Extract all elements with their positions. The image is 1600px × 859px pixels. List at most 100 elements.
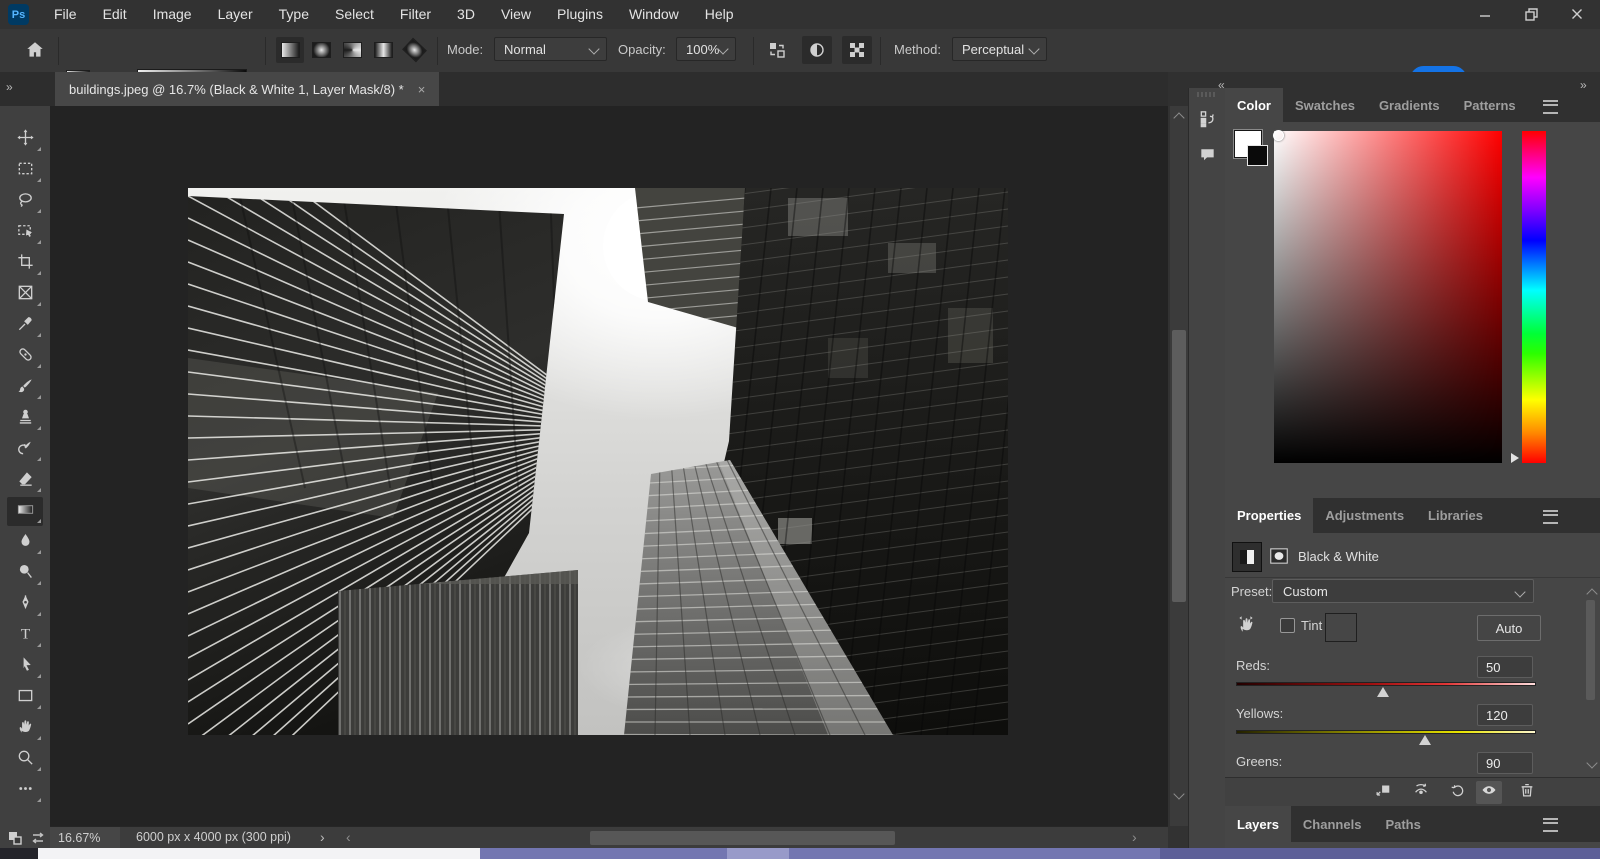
color-tab-patterns[interactable]: Patterns: [1452, 88, 1528, 122]
eyedropper-tool[interactable]: [0, 310, 50, 341]
restore-button[interactable]: [1508, 0, 1554, 28]
delete-button[interactable]: [1514, 781, 1540, 804]
layer-mask-thumbnail[interactable]: [1265, 542, 1293, 570]
mode-select[interactable]: Normal: [494, 37, 607, 61]
gradient-type-reflected-button[interactable]: [369, 37, 397, 63]
scroll-down-icon[interactable]: [1173, 788, 1185, 800]
saturation-brightness-field[interactable]: [1273, 130, 1502, 463]
expand-toolbar-icon[interactable]: »: [6, 80, 13, 94]
windows-taskbar[interactable]: [0, 848, 1600, 859]
clip-to-layer-button[interactable]: [1370, 781, 1396, 804]
color-panel-menu-icon[interactable]: [1543, 100, 1558, 114]
yellows-slider-thumb[interactable]: [1419, 735, 1431, 745]
reds-slider-track[interactable]: [1236, 682, 1536, 686]
swap-arrows-icon[interactable]: [30, 830, 46, 846]
adjustment-layer-thumbnail[interactable]: [1232, 542, 1262, 572]
tint-checkbox[interactable]: [1280, 618, 1295, 633]
taskbar-segment[interactable]: [727, 848, 789, 859]
horizontal-scrollbar-thumb[interactable]: [590, 831, 895, 845]
properties-tab-properties[interactable]: Properties: [1225, 498, 1314, 533]
frame-tool[interactable]: [0, 279, 50, 310]
edit-toolbar-tool[interactable]: [0, 775, 50, 806]
home-button[interactable]: [24, 39, 46, 61]
menu-view[interactable]: View: [488, 0, 544, 29]
panel-grip[interactable]: [1197, 92, 1217, 97]
document-tab[interactable]: buildings.jpeg @ 16.7% (Black & White 1,…: [55, 72, 440, 106]
comments-panel-button[interactable]: [1193, 140, 1221, 168]
menu-layer[interactable]: Layer: [205, 0, 266, 29]
color-tab-color[interactable]: Color: [1225, 88, 1283, 122]
menu-edit[interactable]: Edit: [90, 0, 140, 29]
reds-slider-thumb[interactable]: [1377, 687, 1389, 697]
hue-slider[interactable]: [1522, 131, 1546, 463]
lasso-tool[interactable]: [0, 186, 50, 217]
spot-healing-brush-tool[interactable]: [0, 341, 50, 372]
gradient-type-radial-button[interactable]: [307, 37, 335, 63]
reds-value-field[interactable]: 50: [1477, 656, 1533, 678]
history-brush-tool[interactable]: [0, 434, 50, 465]
tint-color-swatch[interactable]: [1325, 613, 1357, 642]
object-selection-tool[interactable]: [0, 217, 50, 248]
rectangular-marquee-tool[interactable]: [0, 155, 50, 186]
brush-tool[interactable]: [0, 372, 50, 403]
crop-tool[interactable]: [0, 248, 50, 279]
layers-panel-menu-icon[interactable]: [1543, 818, 1558, 832]
gradient-type-linear-button[interactable]: [276, 37, 304, 63]
color-tab-swatches[interactable]: Swatches: [1283, 88, 1367, 122]
close-button[interactable]: [1554, 0, 1600, 28]
path-selection-tool[interactable]: [0, 651, 50, 682]
scroll-left-icon[interactable]: ‹: [346, 829, 351, 845]
menu-filter[interactable]: Filter: [387, 0, 444, 29]
properties-panel-menu-icon[interactable]: [1543, 510, 1558, 524]
taskbar-segment[interactable]: [789, 848, 1160, 859]
transparency-toggle[interactable]: [842, 36, 872, 64]
eraser-tool[interactable]: [0, 465, 50, 496]
panel-scroll-up-icon[interactable]: [1586, 588, 1598, 600]
panel-scroll-down-icon[interactable]: [1586, 757, 1598, 769]
history-panel-button[interactable]: [1193, 104, 1221, 132]
dither-toggle[interactable]: [802, 36, 832, 64]
document-close-icon[interactable]: ×: [418, 82, 426, 97]
yellows-slider-track[interactable]: [1236, 730, 1536, 734]
menu-select[interactable]: Select: [322, 0, 387, 29]
clone-stamp-tool[interactable]: [0, 403, 50, 434]
taskbar-segment[interactable]: [480, 848, 727, 859]
yellows-value-field[interactable]: 120: [1477, 704, 1533, 726]
reverse-toggle[interactable]: [762, 36, 792, 64]
greens-value-field[interactable]: 90: [1477, 752, 1533, 774]
minimize-button[interactable]: [1462, 0, 1508, 28]
vertical-scrollbar-thumb[interactable]: [1172, 330, 1186, 602]
menu-help[interactable]: Help: [692, 0, 747, 29]
color-field-marker[interactable]: [1273, 130, 1284, 141]
blur-tool[interactable]: [0, 527, 50, 558]
canvas-area[interactable]: [50, 106, 1168, 826]
menu-plugins[interactable]: Plugins: [544, 0, 616, 29]
gradient-type-angle-button[interactable]: [338, 37, 366, 63]
vertical-scrollbar[interactable]: [1170, 106, 1188, 826]
auto-button[interactable]: Auto: [1477, 615, 1541, 641]
preset-select[interactable]: Custom: [1272, 579, 1534, 603]
zoom-tool[interactable]: [0, 744, 50, 775]
view-previous-state-button[interactable]: [1408, 781, 1434, 804]
menu-file[interactable]: File: [41, 0, 90, 29]
background-color-swatch[interactable]: [1247, 145, 1268, 166]
zoom-level-field[interactable]: 16.67%: [50, 827, 120, 849]
dodge-tool[interactable]: [0, 558, 50, 589]
pen-tool[interactable]: [0, 589, 50, 620]
layers-tab-paths[interactable]: Paths: [1373, 806, 1432, 842]
opacity-select[interactable]: 100%: [676, 37, 736, 61]
hue-slider-thumb[interactable]: [1511, 453, 1519, 463]
layers-tab-channels[interactable]: Channels: [1291, 806, 1374, 842]
rectangle-tool[interactable]: [0, 682, 50, 713]
color-tab-gradients[interactable]: Gradients: [1367, 88, 1452, 122]
targeted-adjustment-button[interactable]: [1235, 613, 1257, 635]
properties-tab-libraries[interactable]: Libraries: [1416, 498, 1495, 533]
menu-image[interactable]: Image: [140, 0, 205, 29]
visibility-button[interactable]: [1476, 781, 1502, 804]
gradient-tool[interactable]: [0, 496, 50, 527]
type-tool[interactable]: T: [0, 620, 50, 651]
layers-tab-layers[interactable]: Layers: [1225, 806, 1291, 842]
method-select[interactable]: Perceptual: [952, 37, 1047, 61]
menu-3d[interactable]: 3D: [444, 0, 488, 29]
panel-scrollbar-thumb[interactable]: [1586, 600, 1595, 700]
